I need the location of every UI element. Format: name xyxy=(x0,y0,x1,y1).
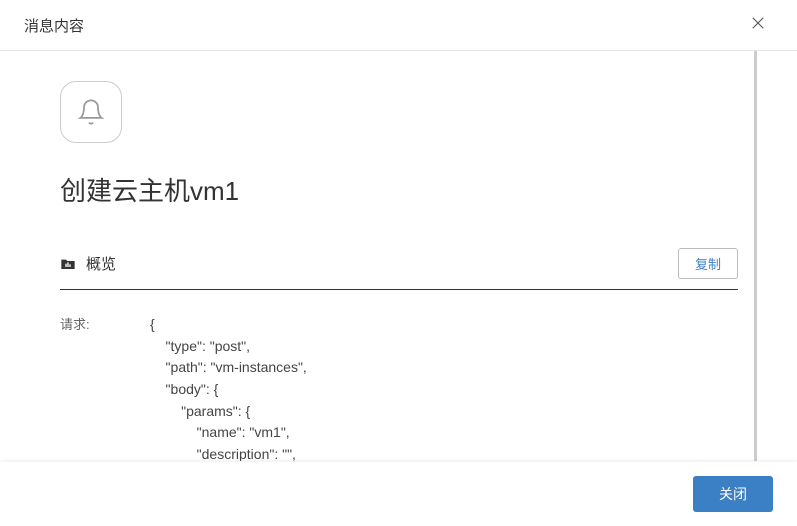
overview-section-header: 概览 复制 xyxy=(60,248,738,290)
close-icon[interactable] xyxy=(743,12,773,38)
request-label: 请求: xyxy=(60,314,150,333)
notification-icon-wrapper xyxy=(60,81,122,143)
folder-icon xyxy=(60,257,76,271)
request-json: { "type": "post", "path": "vm-instances"… xyxy=(150,314,307,461)
section-left: 概览 xyxy=(60,253,116,274)
page-title: 创建云主机vm1 xyxy=(60,171,738,208)
copy-button[interactable]: 复制 xyxy=(678,248,738,279)
modal-footer: 关闭 xyxy=(0,462,797,526)
bell-icon xyxy=(77,98,105,126)
modal-title: 消息内容 xyxy=(24,15,84,36)
request-row: 请求: { "type": "post", "path": "vm-instan… xyxy=(60,314,738,461)
modal-header: 消息内容 xyxy=(0,0,797,51)
modal-body: 创建云主机vm1 概览 复制 请求: { "type": "post", "pa… xyxy=(0,51,797,461)
overview-label: 概览 xyxy=(86,253,116,274)
close-button[interactable]: 关闭 xyxy=(693,476,773,512)
scroll-content: 创建云主机vm1 概览 复制 请求: { "type": "post", "pa… xyxy=(60,51,757,461)
